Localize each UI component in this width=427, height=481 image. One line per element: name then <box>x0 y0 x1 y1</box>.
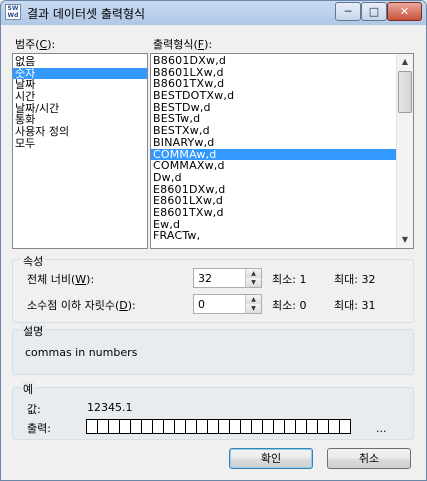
format-label: 출력형식(F): <box>153 38 213 51</box>
format-listbox[interactable]: B8601DXw,d B8601LXw,d B8601TXw,d BESTDOTXw,… <box>150 53 414 249</box>
description-text: commas in numbers <box>25 346 138 359</box>
total-width-max: 최대: 32 <box>334 273 376 286</box>
category-list-item[interactable]: 모두 <box>13 138 147 150</box>
format-list-item[interactable]: B8601DXw,d <box>151 55 397 67</box>
example-title: 예 <box>21 381 36 397</box>
attributes-title: 속성 <box>21 253 46 269</box>
spin-down-icon[interactable]: ▼ <box>245 304 261 313</box>
example-output-label: 출력: <box>27 422 51 435</box>
total-width-min: 최소: 1 <box>272 273 307 286</box>
format-scrollbar[interactable]: ▲ ▼ <box>396 54 413 248</box>
minimize-button[interactable]: ─ <box>335 2 361 21</box>
total-width-value[interactable]: 32 <box>198 272 212 285</box>
description-title: 설명 <box>21 323 46 339</box>
decimal-places-spinner[interactable]: 0 ▲ ▼ <box>193 294 262 314</box>
total-width-label: 전체 너비(W): <box>27 273 95 286</box>
category-list-item[interactable]: 없음 <box>13 56 147 68</box>
scroll-up-arrow-icon[interactable]: ▲ <box>397 54 413 70</box>
scroll-thumb[interactable] <box>398 71 412 113</box>
format-list-item[interactable]: BESTDOTXw,d <box>151 90 397 102</box>
format-list-item[interactable]: BINARYw,d <box>151 137 397 149</box>
maximize-button[interactable]: □ <box>361 2 387 21</box>
format-items: B8601DXw,d B8601LXw,d B8601TXw,d BESTDOTXw,… <box>151 55 397 242</box>
output-ellipsis: ... <box>376 422 387 435</box>
category-label: 범주(C): <box>15 38 56 51</box>
cancel-button[interactable]: 취소 <box>327 448 411 469</box>
ok-button[interactable]: 확인 <box>229 448 313 469</box>
example-value-label: 값: <box>27 403 41 416</box>
output-cell <box>339 419 351 434</box>
category-list-item[interactable]: 시간 <box>13 91 147 103</box>
format-list-item[interactable]: Dw,d <box>151 172 397 184</box>
category-listbox[interactable]: 없음 숫자 날짜 시간 날짜/시간 통화 사용자 정의 모두 <box>12 53 148 249</box>
format-list-item[interactable]: FRACTw, <box>151 230 397 242</box>
decimal-places-label: 소수점 이하 자릿수(D): <box>27 299 136 312</box>
total-width-spinner[interactable]: 32 ▲ ▼ <box>193 268 262 288</box>
decimal-places-value[interactable]: 0 <box>198 298 205 311</box>
decimal-places-min: 최소: 0 <box>272 299 307 312</box>
example-value: 12345.1 <box>87 401 133 414</box>
app-icon[interactable]: SW Wd <box>5 4 21 20</box>
decimal-places-max: 최대: 31 <box>334 299 376 312</box>
format-list-item[interactable]: COMMAXw,d <box>151 160 397 172</box>
format-list-item[interactable]: E8601TXw,d <box>151 207 397 219</box>
spin-down-icon[interactable]: ▼ <box>245 278 261 287</box>
close-button[interactable]: ✕ <box>387 2 422 21</box>
example-output-cells <box>86 419 351 434</box>
category-items: 없음 숫자 날짜 시간 날짜/시간 통화 사용자 정의 모두 <box>13 56 147 150</box>
window-title: 결과 데이터셋 출력형식 <box>27 7 146 21</box>
scroll-down-arrow-icon[interactable]: ▼ <box>397 232 413 248</box>
